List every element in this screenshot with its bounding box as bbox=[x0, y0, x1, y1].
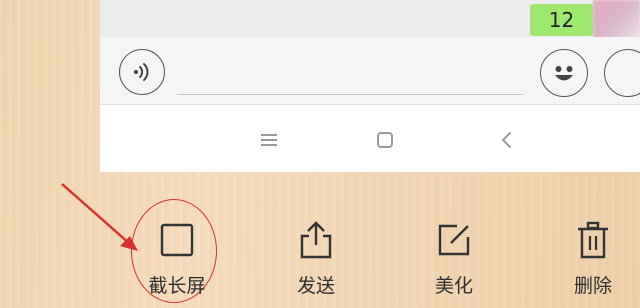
system-nav-bar bbox=[100, 105, 640, 172]
trash-icon bbox=[578, 221, 608, 259]
delete-button[interactable]: 删除 bbox=[553, 218, 633, 300]
long-screenshot-label: 截长屏 bbox=[148, 275, 206, 297]
send-label: 发送 bbox=[296, 275, 335, 297]
square-home-icon[interactable] bbox=[376, 131, 394, 149]
delete-label: 删除 bbox=[573, 275, 612, 297]
voice-input-icon[interactable] bbox=[119, 49, 165, 95]
beautify-label: 美化 bbox=[434, 275, 473, 297]
smiley-face-icon[interactable] bbox=[540, 49, 588, 97]
chat-area: 12 bbox=[100, 0, 640, 40]
back-chevron-icon[interactable] bbox=[500, 131, 512, 149]
beautify-button[interactable]: 美化 bbox=[414, 218, 494, 300]
message-text-field[interactable] bbox=[177, 94, 523, 95]
chat-input-bar bbox=[100, 37, 640, 105]
edit-pencil-icon bbox=[438, 224, 470, 256]
long-screenshot-button[interactable]: 截长屏 bbox=[137, 218, 217, 300]
more-options-icon[interactable] bbox=[604, 49, 640, 97]
share-upload-icon bbox=[300, 221, 332, 259]
screenshot-preview[interactable]: 12 bbox=[100, 0, 640, 172]
message-bubble: 12 bbox=[530, 4, 593, 36]
avatar bbox=[593, 0, 640, 40]
square-outline-icon bbox=[160, 223, 194, 257]
send-button[interactable]: 发送 bbox=[276, 218, 356, 300]
menu-lines-icon[interactable] bbox=[260, 133, 278, 147]
